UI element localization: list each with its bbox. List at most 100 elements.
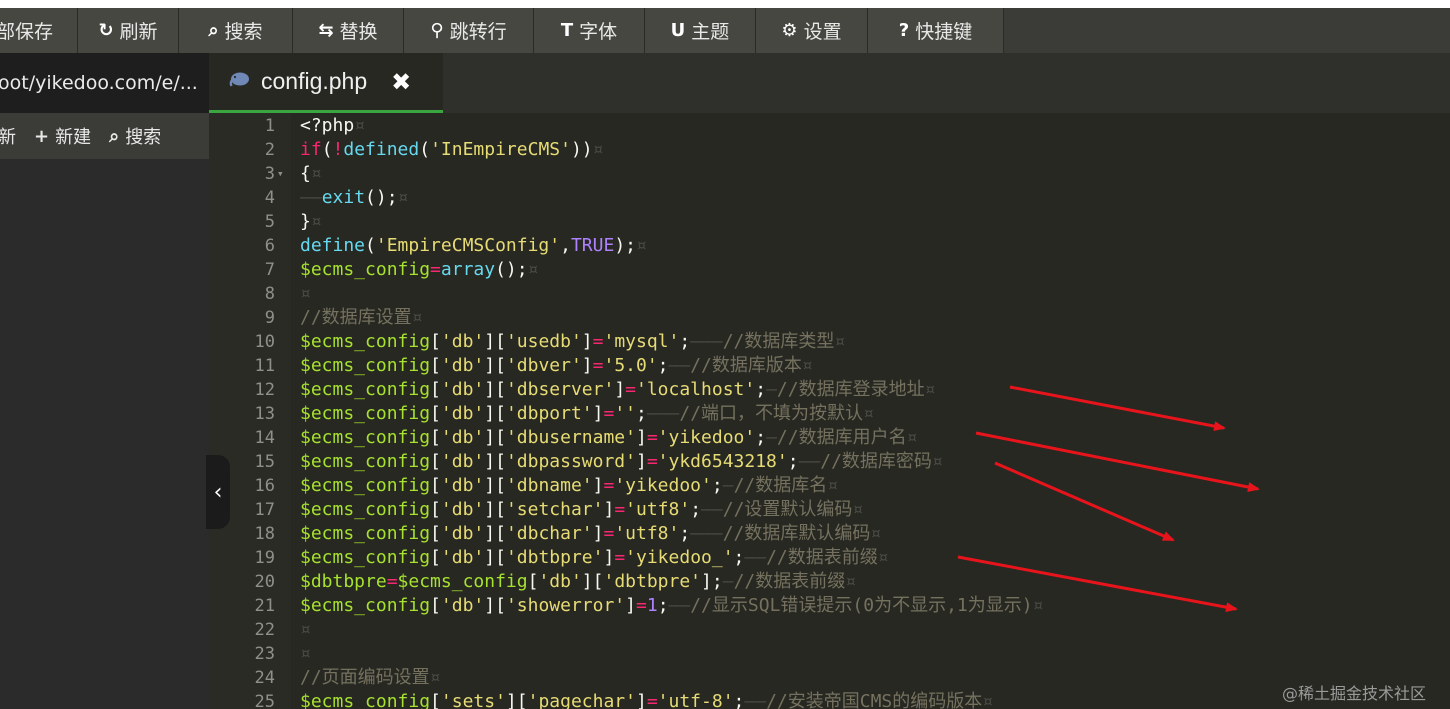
code-token: $ecms_config [300, 331, 431, 352]
code-token: —— [744, 691, 767, 709]
fold-arrow-icon[interactable]: ▾ [277, 162, 284, 186]
code-token: 'dbtbpre' [603, 571, 702, 592]
toolbar-button-label: 刷新 [119, 21, 158, 43]
code-line: 1 <?php¤ [209, 114, 1450, 138]
sidebar-collapse-button[interactable]: ‹ [206, 455, 230, 529]
code-token: } [300, 211, 311, 232]
code-token: $ecms_config [300, 499, 431, 520]
code-token: $ecms_config [300, 355, 431, 376]
toolbar-button-label: 替换 [339, 21, 378, 43]
code-token: 'db' [440, 499, 485, 520]
code-token: 'db' [440, 379, 485, 400]
line-number: 7 [264, 260, 275, 280]
code-token: exit [321, 187, 366, 208]
code-text: $ecms_config['db']['dbusername']='yikedo… [300, 426, 917, 450]
code-token: ¤ [397, 187, 409, 208]
code-text: $ecms_config=array();¤ [300, 258, 538, 282]
line-number: 23 [254, 644, 275, 664]
code-token: //设置默认编码 [722, 499, 853, 520]
code-token: = [625, 379, 636, 400]
code-token: = [646, 451, 658, 472]
code-token: 'yikedoo' [614, 475, 712, 496]
file-tree[interactable] [0, 159, 209, 709]
line-number: 2 [264, 140, 275, 160]
code-token: ][ [484, 331, 506, 352]
code-token: ][ [484, 451, 506, 472]
font-icon: T [560, 20, 574, 41]
code-token: ¤ [310, 163, 322, 184]
code-token: ; [679, 523, 691, 544]
close-icon[interactable]: ✖ [391, 68, 411, 96]
toolbar-button-0[interactable]: 部保存 [0, 8, 78, 53]
code-token: ¤ [827, 475, 839, 496]
code-token: 1 [646, 595, 658, 616]
code-token: — [766, 427, 777, 448]
toolbar-button-7[interactable]: ⚙ 设置 [756, 8, 868, 53]
code-line: 15 $ecms_config['db']['dbpassword']='ykd6… [209, 450, 1450, 474]
code-token: = [646, 691, 658, 709]
code-token: ); [614, 235, 636, 256]
sidebar-path[interactable]: oot/yikedoo.com/e/... [0, 53, 209, 113]
toolbar-button-5[interactable]: T 字体 [534, 8, 645, 53]
toolbar-button-1[interactable]: ↻ 刷新 [78, 8, 179, 53]
code-token: = [603, 403, 615, 424]
code-token: $ecms_config [300, 475, 431, 496]
code-token: 'dbpassword' [505, 451, 636, 472]
code-token: —— [701, 499, 723, 520]
code-token: ; [755, 379, 767, 400]
line-number: 19 [254, 548, 275, 568]
code-token: [ [430, 691, 441, 709]
sidebar-action-1[interactable]: + 新建 [34, 123, 91, 149]
code-token: 'db' [440, 355, 485, 376]
code-token: 'db' [440, 475, 485, 496]
sidebar-action-0[interactable]: 新 [0, 123, 16, 149]
code-token: [ [430, 475, 441, 496]
code-line: 4 ——exit();¤ [209, 186, 1450, 210]
toolbar-button-3[interactable]: ⇆ 替换 [293, 8, 404, 53]
toolbar-button-8[interactable]: ? 快捷键 [868, 8, 1004, 53]
code-token: //数据库登录地址 [776, 379, 925, 400]
code-token: ][ [484, 595, 506, 616]
toolbar-button-6[interactable]: U 主题 [645, 8, 756, 53]
code-token: = [614, 547, 626, 568]
code-token: //数据库名 [733, 475, 828, 496]
toolbar-button-2[interactable]: ⌕ 搜索 [179, 8, 293, 53]
code-token: 'utf8' [614, 523, 680, 544]
code-token: ] [603, 547, 615, 568]
code-token: $ecms_config [300, 403, 431, 424]
code-token: ——— [646, 403, 680, 424]
sidebar-action-2[interactable]: ⌕ 搜索 [109, 123, 161, 149]
code-token: ; [787, 451, 799, 472]
code-editor[interactable]: 1 <?php¤ 2 if(!defined('InEmpireCMS'))¤ 3 ▾ {¤… [209, 113, 1450, 709]
code-token: — [766, 379, 777, 400]
theme-icon: U [670, 20, 686, 41]
code-token: ; [679, 331, 691, 352]
code-token: [ [430, 451, 441, 472]
toolbar-button-4[interactable]: ⚲ 跳转行 [404, 8, 534, 53]
code-text: define('EmpireCMSConfig',TRUE);¤ [300, 234, 647, 258]
code-token: [ [527, 571, 539, 592]
code-token: —— [300, 187, 322, 208]
line-number: 3 [264, 164, 275, 184]
code-token: 'dbserver' [505, 379, 615, 400]
code-token: 'dbchar' [505, 523, 593, 544]
code-line: 13 $ecms_config['db']['dbport']='';———//端… [209, 402, 1450, 426]
code-token: $ecms_config [300, 691, 431, 709]
code-token: $dbtbpre [300, 571, 387, 592]
code-token: ] [614, 379, 626, 400]
code-token: 'dbtbpre' [505, 547, 604, 568]
code-token: 'dbver' [505, 355, 582, 376]
code-line: 9 //数据库设置¤ [209, 306, 1450, 330]
code-token: 'db' [440, 523, 485, 544]
code-token: ( [419, 139, 431, 160]
php-elephant-icon [229, 71, 251, 92]
code-token: //数据库用户名 [776, 427, 907, 448]
line-number: 20 [254, 572, 275, 592]
code-text: }¤ [300, 210, 322, 234]
tab-config-php[interactable]: config.php ✖ [209, 53, 443, 113]
search-icon: ⌕ [208, 20, 219, 41]
line-number: 8 [264, 284, 275, 304]
code-token: —— [668, 595, 691, 616]
code-token: ¤ [527, 259, 539, 280]
line-number: 13 [254, 404, 275, 424]
